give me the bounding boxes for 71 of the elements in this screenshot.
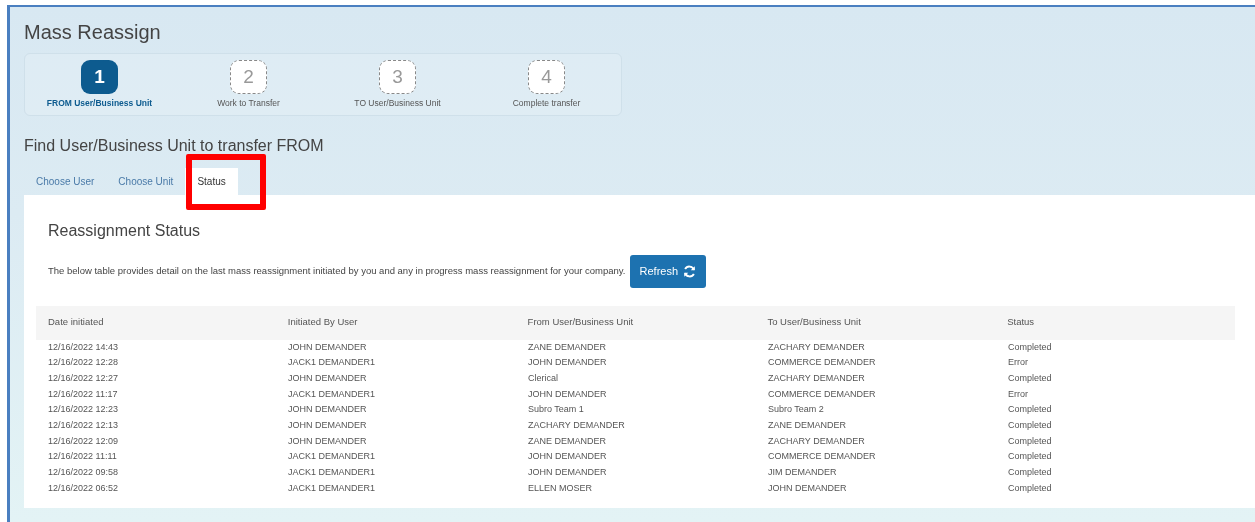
table-cell-text: JOHN DEMANDER [527,466,608,480]
table-cell-text: JOHN DEMANDER [527,387,608,401]
column-header: Date initiated [47,315,105,330]
table-cell-text: JOHN DEMANDER [287,371,368,385]
table-cell-text: Error [1007,387,1029,401]
table-cell-text: Subro Team 1 [527,403,585,417]
table-cell-text: Completed [1007,403,1053,417]
table-cell-text: JACK1 DEMANDER1 [287,356,377,370]
table-cell-text: Completed [1007,481,1053,495]
column-header: From User/Business Unit [526,315,635,330]
step-number[interactable]: 3 [379,60,416,94]
table-cell-text: ZANE DEMANDER [527,340,607,354]
table-cell-text: COMMERCE DEMANDER [767,387,877,401]
table-cell-text: 12/16/2022 12:09 [47,434,120,448]
step-label: Complete transfer [512,97,581,110]
refresh-icon [683,264,697,278]
table-cell-text: JACK1 DEMANDER1 [287,387,377,401]
table-cell-text: COMMERCE DEMANDER [767,450,877,464]
table-cell-text: JOHN DEMANDER [527,450,608,464]
section-heading: Find User/Business Unit to transfer FROM [24,136,325,156]
table-cell-text: ZACHARY DEMANDER [767,371,866,385]
column-header: Initiated By User [286,315,359,330]
table-cell-text: JACK1 DEMANDER1 [287,450,377,464]
table-cell-text: Completed [1007,466,1053,480]
table-cell-text: 12/16/2022 11:11 [47,450,118,464]
step-label: Work to Transfer [217,97,280,110]
step-number[interactable]: 2 [230,60,267,94]
page-title: Mass Reassign [24,20,162,45]
table-cell-text: ZANE DEMANDER [527,434,607,448]
table-cell-text: 12/16/2022 12:28 [47,356,120,370]
table-cell-text: Clerical [527,371,559,385]
column-header: To User/Business Unit [766,315,862,330]
tab[interactable]: Choose User [24,168,107,195]
table-cell-text: ZACHARY DEMANDER [767,340,866,354]
table-cell-text: 12/16/2022 12:23 [47,403,120,417]
tab[interactable]: Choose Unit [106,168,186,195]
table-cell-text: ELLEN MOSER [527,481,594,495]
table-cell-text: 12/16/2022 11:17 [47,387,119,401]
table-cell-text: ZANE DEMANDER [767,419,847,433]
step-label: FROM User/Business Unit [46,97,153,110]
table-cell-text: ZACHARY DEMANDER [527,419,626,433]
table-cell-text: JACK1 DEMANDER1 [287,466,377,480]
table-cell-text: 12/16/2022 14:43 [47,340,120,354]
table-cell-text: 12/16/2022 12:27 [47,371,120,385]
table-cell-text: Completed [1007,340,1053,354]
description-text: The below table provides detail on the last mass reassignment initiated by you and any in progress mass reassignment for your company. [48,264,626,279]
table-cell-text: Completed [1007,371,1053,385]
panel-heading: Reassignment Status [48,221,202,241]
table-cell-text: JOHN DEMANDER [287,403,368,417]
table-cell-text: JOHN DEMANDER [287,419,368,433]
table-cell-text: Error [1007,356,1029,370]
table-cell-text: JOHN DEMANDER [767,481,848,495]
table-cell-text: JIM DEMANDER [767,466,838,480]
table-cell-text: ZACHARY DEMANDER [767,434,866,448]
table-cell-text: Subro Team 2 [767,403,825,417]
table-cell-text: COMMERCE DEMANDER [767,356,877,370]
step-label: TO User/Business Unit [354,97,441,110]
table-cell-text: JOHN DEMANDER [287,434,368,448]
step-number[interactable]: 1 [81,60,118,94]
table-cell-text: Completed [1007,419,1053,433]
refresh-button[interactable]: Refresh [629,255,707,288]
table-cell-text: JACK1 DEMANDER1 [287,481,377,495]
table-cell-text: JOHN DEMANDER [527,356,608,370]
step-number[interactable]: 4 [528,60,565,94]
table-cell-text: 12/16/2022 06:52 [47,481,120,495]
table-cell-text: Completed [1007,434,1053,448]
table-cell-text: 12/16/2022 12:13 [47,419,120,433]
table-cell-text: Completed [1007,450,1053,464]
table-cell-text: JOHN DEMANDER [287,340,368,354]
column-header: Status [1006,315,1036,330]
table-cell-text: 12/16/2022 09:58 [47,466,120,480]
